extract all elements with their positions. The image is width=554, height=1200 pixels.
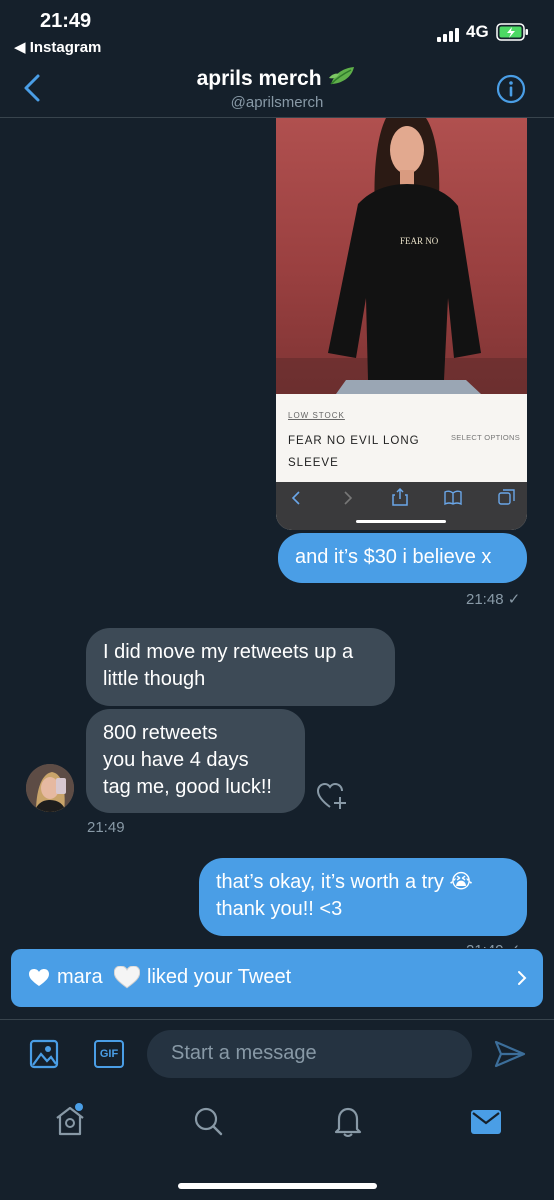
- composer-divider: [0, 1019, 554, 1020]
- chevron-right-icon: [518, 971, 527, 985]
- model-illustration: FEAR NO: [276, 118, 527, 394]
- sender-avatar[interactable]: [26, 764, 74, 812]
- browser-home-indicator: [356, 520, 446, 523]
- network-type: 4G: [466, 22, 489, 41]
- low-stock-badge: LOW STOCK: [288, 411, 345, 420]
- status-time: 21:49: [40, 10, 92, 32]
- product-name-line2: SLEEVE: [288, 457, 339, 469]
- browser-share-icon: [392, 488, 408, 506]
- message-text-line1: 800 retweets: [103, 722, 218, 744]
- message-timestamp: 21:48 ✓: [466, 591, 521, 608]
- leaf-emoji-icon: [329, 67, 355, 85]
- select-options-link: SELECT OPTIONS: [451, 433, 521, 442]
- heart-icon: [29, 969, 49, 986]
- message-timestamp: 21:49: [87, 819, 125, 836]
- battery-icon: [496, 23, 528, 41]
- info-icon[interactable]: [496, 74, 526, 104]
- message-text-line2: you have 4 days: [103, 749, 249, 771]
- product-name-line1: FEAR NO EVIL LONG: [288, 435, 420, 447]
- send-icon[interactable]: [494, 1040, 526, 1068]
- conversation-name: aprils merch: [196, 67, 322, 90]
- conversation-title: aprils merch: [0, 64, 554, 91]
- product-name: FEAR NO EVIL LONG SLEEVE: [288, 430, 438, 474]
- signal-icon: [437, 28, 459, 42]
- message-input[interactable]: Start a message: [147, 1030, 472, 1078]
- back-to-app-link[interactable]: ◀ Instagram: [14, 38, 101, 56]
- message-text-line2: little though: [103, 668, 206, 690]
- toast-message: liked your Tweet: [147, 966, 292, 988]
- heart-add-icon[interactable]: [316, 781, 348, 811]
- bell-icon[interactable]: [334, 1105, 362, 1137]
- incoming-message-bubble[interactable]: 800 retweets you have 4 days tag me, goo…: [86, 709, 305, 813]
- browser-toolbar: [276, 482, 527, 530]
- browser-bookmarks-icon: [444, 490, 462, 506]
- message-input-placeholder: Start a message: [171, 1042, 317, 1064]
- shirt-print: FEAR NO: [400, 236, 439, 246]
- incoming-message-bubble[interactable]: I did move my retweets up a little thoug…: [86, 628, 395, 706]
- toast-user-name: mara: [57, 966, 103, 988]
- product-info: LOW STOCK FEAR NO EVIL LONG SLEEVE SELEC…: [276, 394, 527, 482]
- outgoing-message-bubble[interactable]: that’s okay, it’s worth a try 😭 thank yo…: [199, 858, 527, 936]
- image-icon[interactable]: [29, 1039, 59, 1069]
- search-icon[interactable]: [193, 1106, 223, 1136]
- message-text-line2: thank you!! <3: [216, 898, 343, 920]
- white-heart-emoji-icon: [114, 966, 140, 989]
- message-text-line3: tag me, good luck!!: [103, 776, 272, 798]
- shared-image-card[interactable]: FEAR NO LOW STOCK FEAR NO EVIL LONG SLEE…: [276, 118, 527, 530]
- gif-icon[interactable]: GIF: [94, 1040, 124, 1068]
- like-notification-toast[interactable]: mara liked your Tweet: [11, 949, 543, 1007]
- message-text-line1: I did move my retweets up a: [103, 641, 354, 663]
- message-timestamp: 21:49 ✓: [466, 941, 520, 948]
- browser-tabs-icon: [498, 489, 515, 505]
- home-indicator: [178, 1183, 377, 1189]
- avatar-photo: [26, 764, 74, 812]
- conversation-handle: @aprilsmerch: [230, 94, 324, 111]
- message-text-line1: that’s okay, it’s worth a try 😭: [216, 871, 473, 893]
- browser-back-icon: [291, 491, 300, 505]
- mail-icon[interactable]: [471, 1110, 501, 1134]
- product-photo: FEAR NO: [276, 118, 527, 394]
- browser-forward-icon: [344, 491, 353, 505]
- message-text: and it’s $30 i believe x: [295, 546, 492, 568]
- home-icon[interactable]: [54, 1103, 86, 1137]
- outgoing-message-bubble[interactable]: and it’s $30 i believe x: [278, 533, 527, 583]
